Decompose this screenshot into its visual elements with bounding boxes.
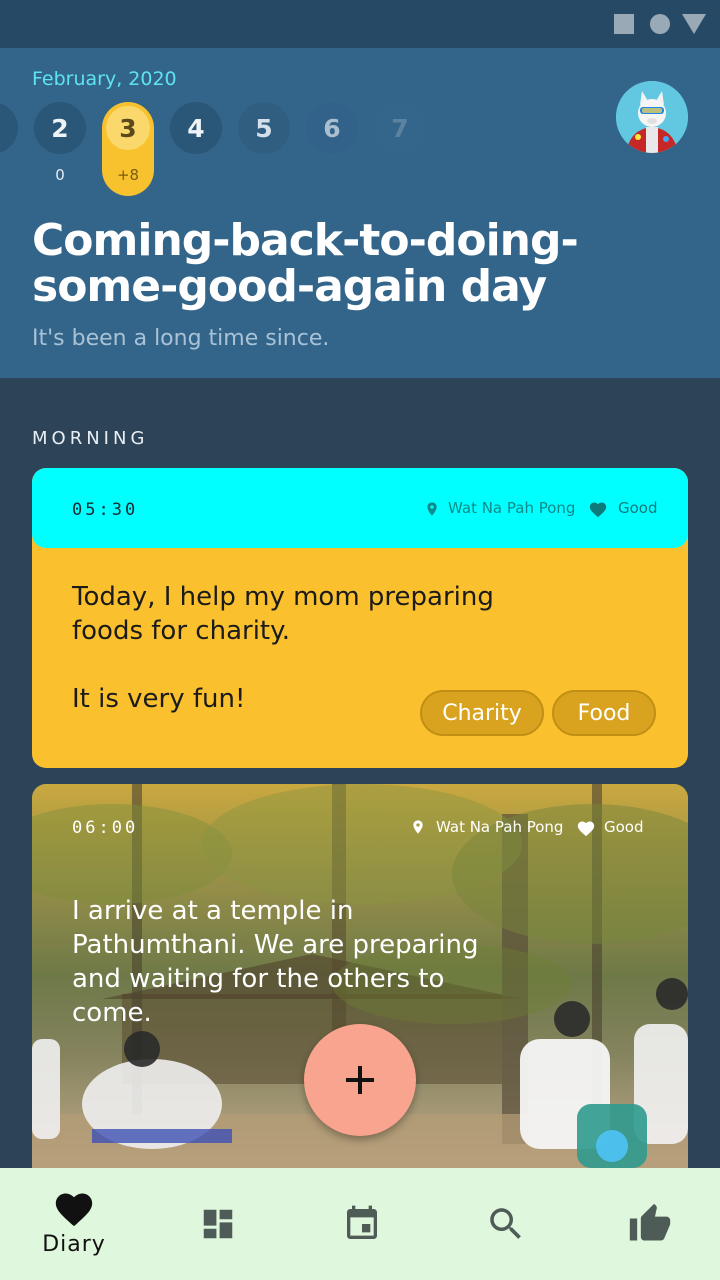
circle-icon xyxy=(650,14,670,34)
day-count-selected: +8 xyxy=(116,166,140,184)
title-line-1: Coming-back-to-doing- xyxy=(32,215,579,266)
status-bar xyxy=(0,0,720,48)
diary-entry-card[interactable]: 05:30 Wat Na Pah Pong Good Today, I help… xyxy=(32,468,688,768)
title-line-2: some-good-again day xyxy=(32,261,547,312)
thumbs-up-icon xyxy=(629,1203,671,1241)
nav-item-dashboard[interactable] xyxy=(146,1168,290,1280)
nav-item-diary[interactable]: Diary xyxy=(2,1168,146,1280)
entry-location[interactable]: Wat Na Pah Pong xyxy=(448,499,575,517)
entry-text: I arrive at a temple in Pathumthani. We … xyxy=(72,896,479,1028)
section-label: MORNING xyxy=(32,428,149,449)
square-icon xyxy=(614,14,634,34)
calendar-icon xyxy=(347,1205,377,1239)
tag-chip-food[interactable]: Food xyxy=(552,690,656,736)
add-entry-button[interactable] xyxy=(304,1024,416,1136)
day-count-2: 0 xyxy=(55,166,65,184)
day-number-selected: 3 xyxy=(106,106,150,150)
nav-item-search[interactable] xyxy=(434,1168,578,1280)
entry-location[interactable]: Wat Na Pah Pong xyxy=(436,818,563,836)
header: February, 2020 2 2 0 3 +8 4 5 6 7 Coming… xyxy=(0,48,720,378)
avatar[interactable] xyxy=(616,81,688,153)
avatar-image xyxy=(616,81,688,153)
page-title: Coming-back-to-doing- some-good-again da… xyxy=(32,218,692,310)
bottom-nav: Diary xyxy=(0,1168,720,1280)
day-chip-4[interactable]: 4 xyxy=(170,102,222,154)
day-chip-selected[interactable]: 3 +8 xyxy=(102,102,154,196)
day-chip-2[interactable]: 2 xyxy=(34,102,86,154)
day-chip-7[interactable]: 7 xyxy=(374,102,426,154)
entry-text-para-1: Today, I help my mom preparing foods for… xyxy=(72,582,494,646)
page-subtitle: It's been a long time since. xyxy=(32,326,330,351)
entry-mood: Good xyxy=(604,818,644,836)
tag-chip-charity[interactable]: Charity xyxy=(420,690,544,736)
nav-item-likes[interactable] xyxy=(578,1168,720,1280)
nav-label-diary: Diary xyxy=(42,1232,106,1257)
location-pin-icon xyxy=(427,502,437,516)
heart-icon xyxy=(55,1193,93,1227)
search-icon xyxy=(490,1208,521,1239)
plus-icon xyxy=(346,1066,374,1094)
day-chip-5[interactable]: 5 xyxy=(238,102,290,154)
triangle-icon xyxy=(682,14,706,34)
heart-icon xyxy=(577,821,595,837)
day-chip-6[interactable]: 6 xyxy=(306,102,358,154)
entry-mood: Good xyxy=(618,499,658,517)
day-chip-partial[interactable] xyxy=(0,102,18,154)
entry-time: 06:00 xyxy=(72,818,139,838)
entry-time: 05:30 xyxy=(72,500,139,520)
dashboard-icon xyxy=(203,1209,233,1239)
location-pin-icon xyxy=(413,820,423,834)
nav-item-calendar[interactable] xyxy=(290,1168,434,1280)
month-label[interactable]: February, 2020 xyxy=(32,68,177,90)
heart-icon xyxy=(589,502,607,518)
